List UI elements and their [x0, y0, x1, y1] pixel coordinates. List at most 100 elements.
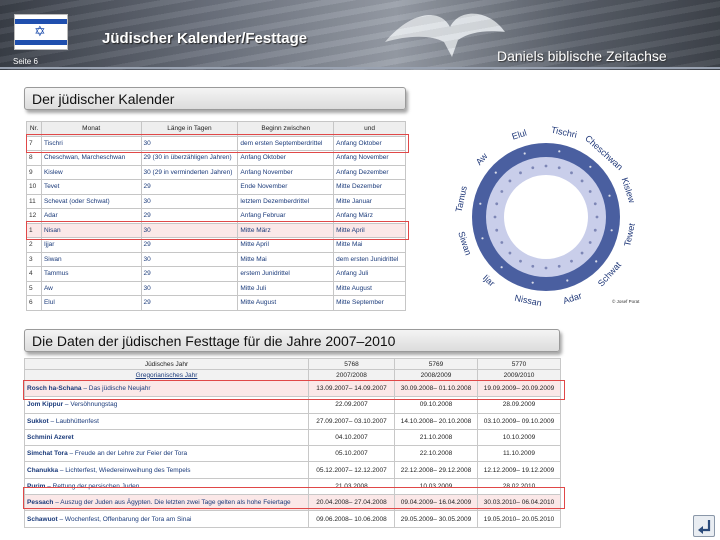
- wheel-month-label: Kislew: [620, 176, 638, 204]
- wheel-inner-circle: [504, 175, 588, 259]
- table-cell: dem ersten Junidrittel: [333, 251, 406, 267]
- table-cell: Kislew: [40, 164, 142, 180]
- festival-date-cell: 03.10.2009– 09.10.2009: [477, 412, 561, 430]
- month-row: 4 Tammus 29 erstem Junidrittel Anfang Juli: [26, 266, 406, 282]
- return-arrow-icon: [698, 520, 711, 534]
- wheel-marker-dot: [608, 194, 611, 197]
- month-row: 5 Aw 30 Mitte Juli Mitte August: [26, 280, 406, 296]
- table-cell: Mitte September: [333, 295, 406, 311]
- festival-description: – Freude an der Lehre zur Feier der Tora: [67, 450, 188, 458]
- wheel-marker-dot: [479, 202, 482, 205]
- section-heading-festivals: Die Daten der jüdischen Festtage für die…: [24, 329, 560, 352]
- festival-row: Chanukka – Lichterfest, Wiedereinweihung…: [24, 461, 561, 479]
- festival-name-link[interactable]: Sukkot: [27, 418, 49, 425]
- festival-header-row: Jüdisches Jahr 5768 5769 5770: [24, 358, 561, 370]
- wheel-month-label: Aw: [474, 151, 490, 167]
- wheel-day-dot: [593, 202, 597, 206]
- header-divider: [0, 67, 720, 69]
- header-cell: 2007/2008: [308, 369, 395, 381]
- table-cell: 30: [140, 280, 239, 296]
- festival-date-cell: 09.06.2008– 10.06.2008: [308, 510, 395, 528]
- wheel-day-dot: [588, 241, 592, 244]
- wheel-day-dot: [557, 264, 561, 268]
- wheel-day-dot: [570, 171, 573, 175]
- wheel-day-dot: [580, 251, 584, 255]
- presentation-title: Daniels biblische Zeitachse: [497, 48, 667, 64]
- wheel-day-dot: [495, 228, 499, 232]
- table-cell: Anfang Juli: [333, 266, 406, 282]
- table-cell: Elul: [40, 295, 142, 311]
- wheel-day-dot: [588, 190, 592, 193]
- wheel-day-dot: [500, 241, 504, 244]
- wheel-day-dot: [531, 166, 535, 170]
- festival-description: – Lichterfest, Wiedereinweihung des Temp…: [58, 466, 191, 474]
- wheel-marker-dot: [610, 229, 613, 232]
- wheel-month-label: Elul: [511, 128, 528, 142]
- table-cell: Mitte August: [333, 280, 406, 296]
- table-cell: Mitte Juli: [237, 280, 335, 296]
- header-cell: 5769: [394, 358, 478, 370]
- festival-date-cell: 05.10.2007: [308, 445, 395, 463]
- wheel-credit: © Josef Porat: [612, 298, 640, 304]
- wheel-marker-dot: [595, 260, 598, 263]
- festival-date-cell: 21.10.2008: [394, 428, 478, 447]
- festival-date-cell: 11.10.2009: [477, 445, 561, 463]
- wheel-day-dot: [593, 228, 597, 232]
- wheel-month-label: Tischri: [550, 125, 578, 140]
- eagle-image: [385, 13, 505, 57]
- table-cell: 29: [140, 295, 239, 311]
- wheel-day-dot: [508, 179, 512, 183]
- wheel-month-label: Siwan: [456, 230, 473, 256]
- wheel-marker-dot: [566, 279, 569, 282]
- wheel-day-dot: [570, 259, 573, 263]
- header-cell: 2008/2009: [394, 369, 478, 381]
- wheel-day-dot: [544, 164, 548, 168]
- festival-name-link[interactable]: Simchat Tora: [27, 450, 68, 457]
- slide: ✡ Jüdischer Kalender/Festtage Seite 6 Da…: [0, 0, 720, 540]
- table-cell: 29: [140, 266, 239, 282]
- festival-date-cell: 04.10.2007: [308, 428, 395, 447]
- wheel-day-dot: [493, 215, 497, 219]
- header-cell: 2009/2010: [477, 369, 561, 381]
- festival-date-cell: 27.09.2007– 03.10.2007: [308, 412, 395, 430]
- table-cell: Tevet: [40, 179, 142, 195]
- month-row: 11 Schevat (oder Schwat) 30 letztem Dezembe…: [26, 193, 406, 209]
- festival-description: – Laubhüttenfest: [48, 417, 99, 425]
- wheel-marker-dot: [558, 150, 561, 153]
- festival-row: Sukkot – Laubhüttenfest 27.09.2007– 03.10…: [24, 412, 561, 430]
- table-cell: letztem Dezemberdrittel: [237, 193, 335, 209]
- month-row: 6 Elul 29 Mitte August Mitte September: [26, 295, 406, 311]
- wheel-day-dot: [519, 171, 522, 175]
- table-cell: Mitte August: [237, 295, 335, 311]
- festival-name-link[interactable]: Chanukka: [27, 467, 58, 474]
- wheel-month-label: Ijar: [481, 273, 497, 289]
- table-cell: 9: [26, 164, 42, 180]
- table-cell: Mitte Mai: [237, 251, 335, 267]
- wheel-month-label: Nissan: [514, 293, 543, 309]
- table-cell: Mitte Januar: [333, 193, 406, 209]
- festival-name-link[interactable]: Schmini Azeret: [27, 434, 74, 441]
- festival-name-link[interactable]: Schawuot: [27, 516, 58, 523]
- page-number: Seite 6: [13, 57, 38, 66]
- table-cell: 4: [26, 266, 42, 282]
- festival-name-cell: Schawuot – Wochenfest, Offenbarung der T…: [24, 510, 309, 528]
- month-row: 3 Siwan 30 Mitte Mai dem ersten Junidrittel: [26, 251, 406, 267]
- table-cell: 10: [26, 179, 42, 195]
- wheel-marker-dot: [523, 152, 526, 155]
- festival-row: Schmini Azeret 04.10.2007 21.10.2008 10.10.…: [24, 428, 561, 447]
- table-cell: 5: [26, 280, 42, 296]
- table-cell: 6: [26, 295, 42, 311]
- festival-date-cell: 14.10.2008– 20.10.2008: [394, 412, 478, 430]
- festival-name-link[interactable]: Jom Kippur: [27, 401, 63, 408]
- calendar-wheel-diagram: TischriCheschwanKislewTewetSchwatAdarNis…: [454, 125, 640, 309]
- festival-date-cell: 22.12.2008– 29.12.2008: [394, 461, 478, 479]
- festival-name-cell: Chanukka – Lichterfest, Wiedereinweihung…: [24, 461, 309, 479]
- wheel-day-dot: [500, 190, 504, 193]
- month-row: 9 Kislew 30 (29 in verminderten Jahren) Anf…: [26, 164, 406, 180]
- return-button[interactable]: [693, 515, 715, 537]
- wheel-month-label: Tamus: [454, 185, 469, 213]
- wheel-day-dot: [531, 264, 535, 268]
- header-link[interactable]: Gregorianisches Jahr: [24, 369, 309, 381]
- wheel-marker-dot: [531, 281, 534, 284]
- table-cell: 30: [140, 193, 239, 209]
